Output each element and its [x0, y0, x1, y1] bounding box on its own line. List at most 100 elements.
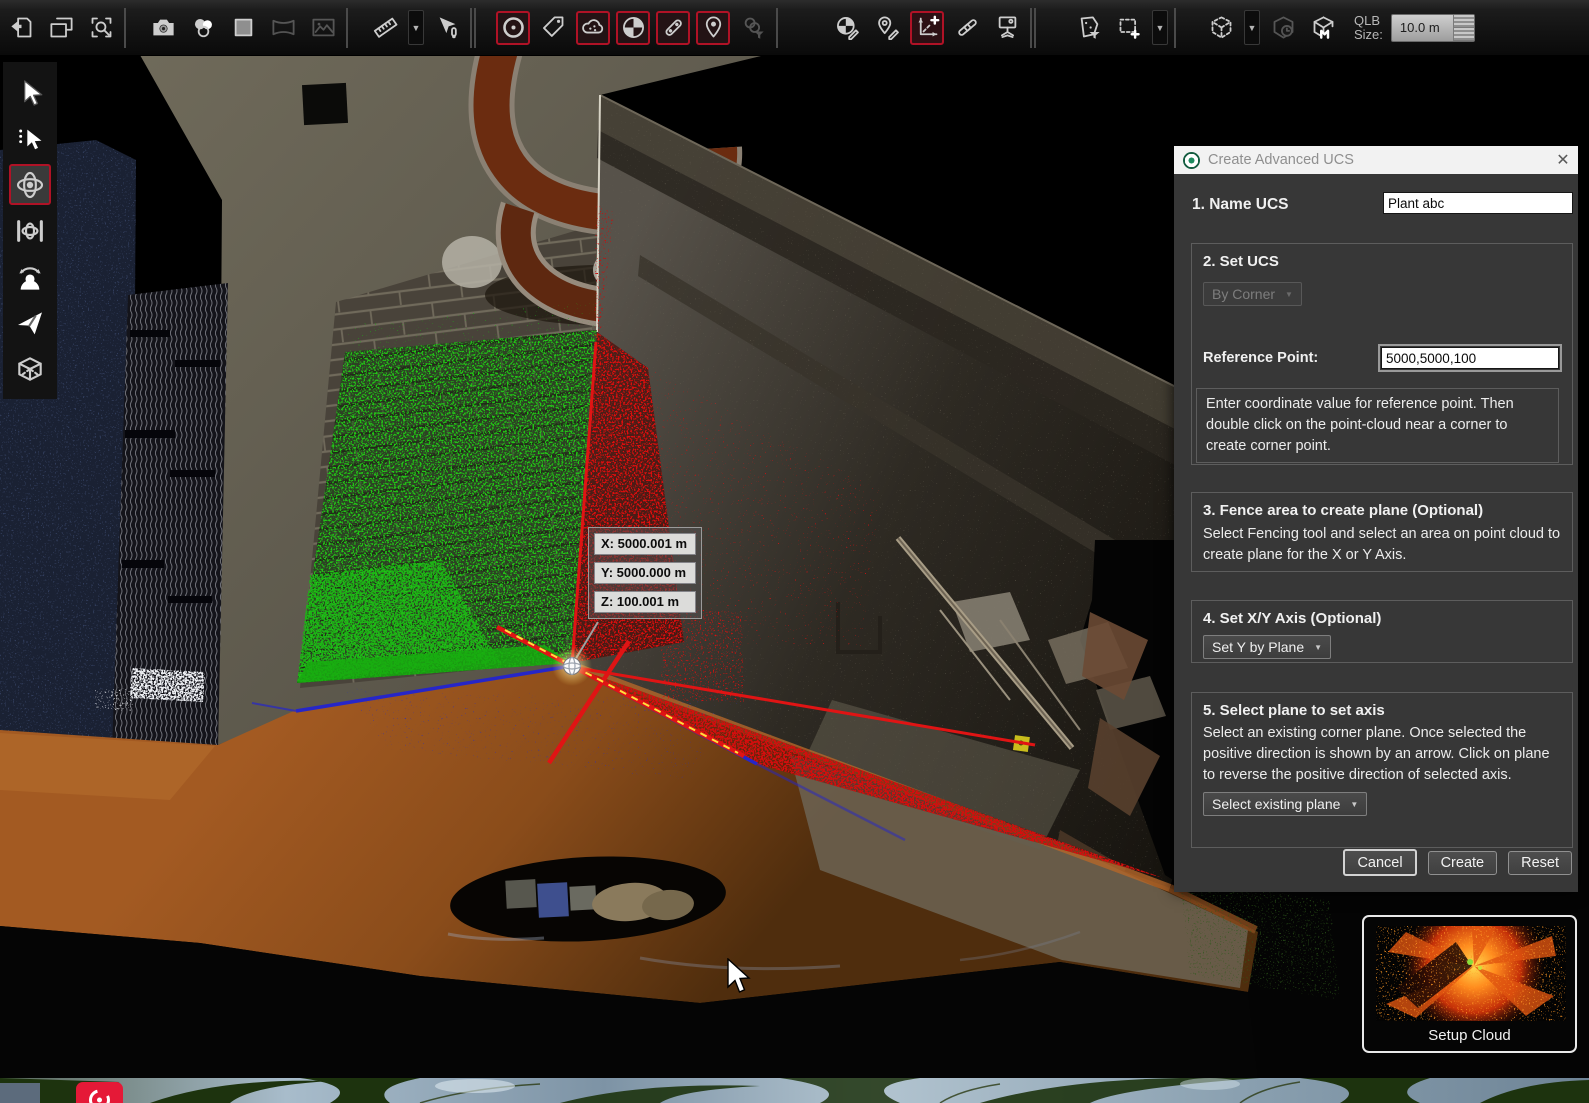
fence-section: 3. Fence area to create plane (Optional)… — [1191, 492, 1573, 572]
fence-select-button[interactable] — [1112, 11, 1146, 45]
checker-target-button[interactable] — [616, 11, 650, 45]
fly-tool-button[interactable] — [9, 302, 51, 343]
toolbar-group-3: ▼ — [368, 10, 464, 45]
set-ucs-section: 2. Set UCS By Corner Reference Point: En… — [1191, 243, 1573, 465]
toolbar-group-6: ▼ — [1072, 10, 1168, 45]
screenshot-camera-icon — [150, 14, 177, 41]
pan-tool-button[interactable] — [9, 210, 51, 251]
set-ucs-label: 2. Set UCS — [1203, 253, 1561, 270]
edit-target-button[interactable] — [830, 11, 864, 45]
measure-ruler-button[interactable] — [368, 11, 402, 45]
cascade-windows-button[interactable] — [44, 11, 78, 45]
set-ucs-dropdown-value: By Corner — [1212, 286, 1275, 302]
screenshot-camera-button[interactable] — [146, 11, 180, 45]
panorama-view-icon — [270, 14, 297, 41]
limit-box-manager-button[interactable] — [1306, 11, 1340, 45]
plane-help: Select an existing corner plane. Once se… — [1203, 723, 1561, 786]
setup-cloud-label: Setup Cloud — [1364, 1027, 1575, 1044]
solid-view-icon — [230, 14, 257, 41]
qlb-size-value: 10.0 m — [1392, 20, 1453, 35]
cyclone-logo-icon[interactable] — [76, 1082, 123, 1103]
toolbar-group-5 — [830, 11, 1024, 45]
limit-box-dropdown[interactable]: ▼ — [1244, 10, 1260, 45]
qlb-spinner-buttons[interactable] — [1453, 15, 1474, 41]
cascade-windows-icon — [48, 14, 75, 41]
multi-select-tool-button[interactable] — [9, 118, 51, 159]
pano-thumbnail[interactable] — [0, 1083, 40, 1103]
limit-box-button[interactable] — [1204, 11, 1238, 45]
coordinate-tooltip: X: 5000.001 m Y: 5000.000 m Z: 100.001 m — [588, 527, 702, 619]
ucs-name-input[interactable] — [1383, 192, 1573, 214]
probe-tool-button[interactable] — [430, 11, 464, 45]
name-ucs-label: 1. Name UCS — [1192, 196, 1288, 214]
main-toolbar: ▼▼▼QLBSize:10.0 m — [0, 0, 1589, 56]
select-tool-button[interactable] — [9, 72, 51, 113]
reset-button[interactable]: Reset — [1508, 851, 1572, 875]
panorama-strip[interactable] — [0, 1078, 1589, 1103]
level-tool-button[interactable] — [950, 11, 984, 45]
plane-dropdown[interactable]: Select existing plane — [1203, 792, 1367, 816]
axis-dropdown[interactable]: Set Y by Plane — [1203, 635, 1331, 659]
render-options-icon — [190, 14, 217, 41]
import-scan-button[interactable] — [4, 11, 38, 45]
view-cube-tool-button[interactable] — [9, 348, 51, 389]
target-disc-icon — [500, 14, 527, 41]
fence-select-dropdown[interactable]: ▼ — [1152, 10, 1168, 45]
probe-tool-icon — [434, 14, 461, 41]
toolbar-group-4 — [496, 11, 770, 45]
toolbar-separator — [776, 8, 778, 48]
location-pin-icon — [700, 14, 727, 41]
look-around-tool-button[interactable] — [9, 256, 51, 297]
create-ucs-button[interactable] — [910, 11, 944, 45]
tag-marker-button[interactable] — [536, 11, 570, 45]
location-pin-button[interactable] — [696, 11, 730, 45]
toolbar-separator — [346, 8, 348, 48]
screen-axes-button[interactable] — [990, 11, 1024, 45]
toolbar-group-2 — [146, 11, 340, 45]
dialog-titlebar[interactable]: Create Advanced UCS ✕ — [1174, 146, 1578, 174]
reference-point-input[interactable] — [1381, 347, 1559, 369]
set-ucs-dropdown[interactable]: By Corner — [1203, 282, 1302, 306]
edit-pin-button[interactable] — [870, 11, 904, 45]
limit-box-time-button — [1266, 11, 1300, 45]
plane-dropdown-value: Select existing plane — [1212, 796, 1340, 812]
dialog-title: Create Advanced UCS — [1208, 152, 1548, 168]
plane-section: 5. Select plane to set axis Select an ex… — [1191, 692, 1573, 848]
reference-point-label: Reference Point: — [1203, 350, 1318, 366]
setup-cloud-panel[interactable]: Setup Cloud — [1362, 915, 1577, 1053]
measure-ruler-dropdown[interactable]: ▼ — [408, 10, 424, 45]
measure-link-button[interactable] — [656, 11, 690, 45]
tag-marker-icon — [540, 14, 567, 41]
image-view-button — [306, 11, 340, 45]
wall-opening — [302, 83, 348, 125]
target-disc-button[interactable] — [496, 11, 530, 45]
create-advanced-ucs-dialog: Create Advanced UCS ✕ 1. Name UCS 2. Set… — [1174, 146, 1578, 892]
import-scan-icon — [8, 14, 35, 41]
solid-view-button[interactable] — [226, 11, 260, 45]
coordinate-z: Z: 100.001 m — [594, 591, 696, 613]
orbit-tool-button[interactable] — [9, 164, 51, 205]
edit-target-icon — [834, 14, 861, 41]
toolbar-group-1 — [4, 11, 118, 45]
toolbar-separator — [1174, 8, 1176, 48]
cancel-button[interactable]: Cancel — [1343, 849, 1416, 876]
cloud-feature-button[interactable] — [576, 11, 610, 45]
view-cube-tool-icon — [14, 353, 46, 385]
toolbar-separator — [470, 8, 472, 48]
region-filter-button[interactable] — [1072, 11, 1106, 45]
measure-link-icon — [660, 14, 687, 41]
qlb-size-spinner[interactable]: 10.0 m — [1391, 14, 1475, 42]
axis-label: 4. Set X/Y Axis (Optional) — [1203, 610, 1561, 627]
toolbar-separator — [1030, 8, 1032, 48]
application-window: { "toolbar": { "qlb": { "label_top": "QL… — [0, 0, 1589, 1103]
cyclone-app-icon — [1183, 152, 1200, 169]
close-icon[interactable]: ✕ — [1548, 150, 1578, 170]
zoom-region-button[interactable] — [84, 11, 118, 45]
corner-point-marker[interactable] — [564, 658, 581, 675]
plane-label: 5. Select plane to set axis — [1203, 702, 1561, 719]
reference-point-help: Enter coordinate value for reference poi… — [1196, 388, 1559, 463]
create-button[interactable]: Create — [1428, 851, 1498, 875]
limit-box-time-icon — [1270, 14, 1297, 41]
render-options-button[interactable] — [186, 11, 220, 45]
limit-box-icon — [1208, 14, 1235, 41]
